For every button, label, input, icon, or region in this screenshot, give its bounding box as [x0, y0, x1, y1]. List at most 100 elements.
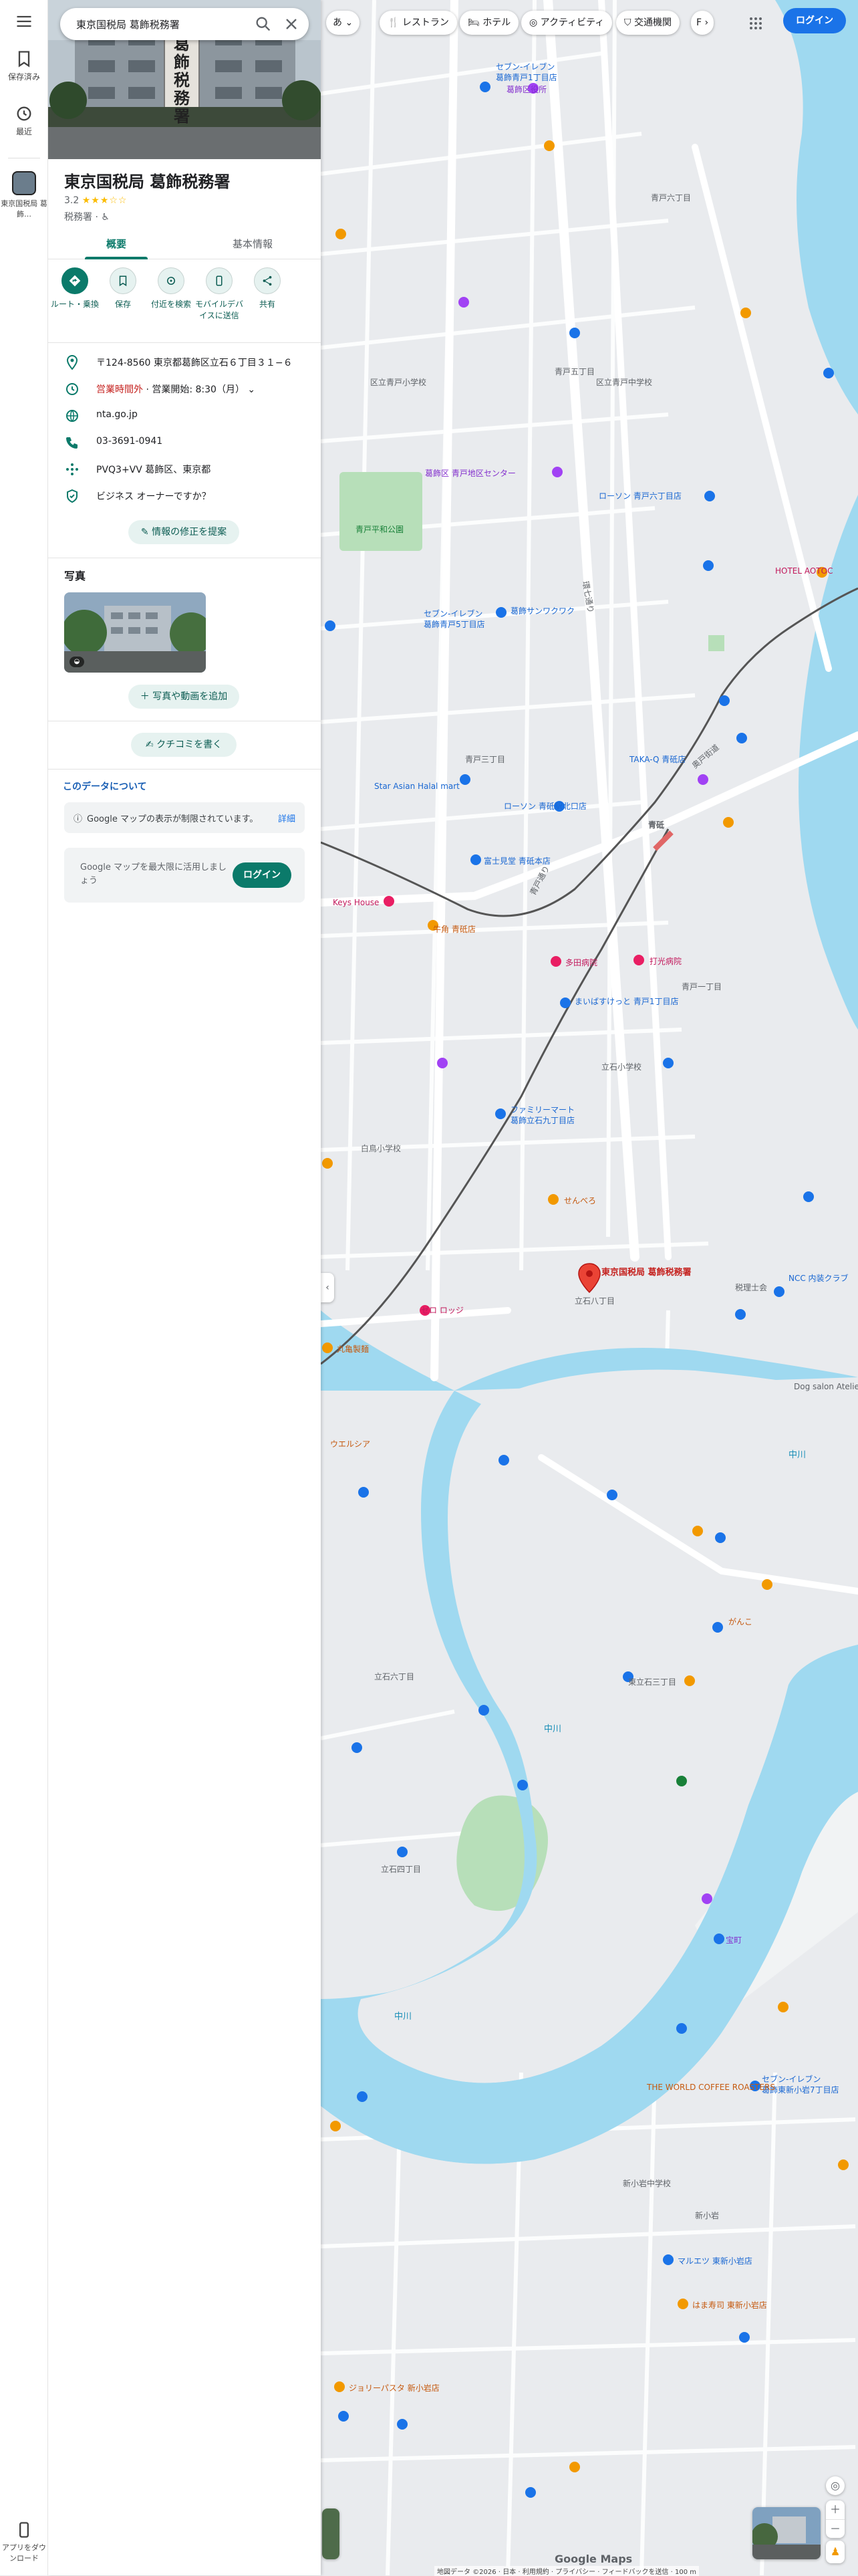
station-aoto: 青砥 — [648, 820, 664, 830]
tab-bar: 概要 基本情報 — [48, 227, 321, 259]
search-box[interactable] — [60, 8, 309, 40]
poi-senbero: せんべろ — [564, 1196, 596, 1205]
poi-wb: ウエルシア — [330, 1439, 370, 1449]
place-category[interactable]: 税務署 · ♿ — [64, 210, 110, 223]
my-location-button[interactable]: ◎ — [826, 2476, 845, 2495]
category-chips: あ ⌄ 🍴 レストラン 🛏 ホテル ◎ アクティビティ ⛉ 交通機関 F › — [321, 7, 858, 41]
language-chip[interactable]: あ ⌄ — [326, 11, 360, 35]
transit-icon: ⛉ — [624, 17, 631, 28]
share-icon — [254, 267, 281, 294]
send-to-phone-button[interactable]: モバイルデバイスに送信 — [195, 267, 243, 321]
chip-more[interactable]: F › — [691, 11, 714, 35]
directions-label: ルート・乗換 — [51, 300, 100, 309]
login-button[interactable]: ログイン — [783, 8, 846, 33]
terms-link[interactable]: 利用規約 — [523, 2569, 549, 2576]
chip-activity-label: アクティビティ — [540, 17, 605, 28]
add-photo-label: 写真や動画を追加 — [152, 691, 228, 702]
apps-grid-icon[interactable] — [748, 16, 763, 31]
signup-login-button[interactable]: ログイン — [233, 862, 291, 888]
hours-row[interactable]: 営業時間外 · 営業開始: 8:30（月） ⌄ — [48, 376, 321, 402]
poi-hama: はま寿司 東新小岩店 — [692, 2300, 767, 2310]
saved-button[interactable]: 保存済み — [0, 49, 48, 82]
recent-place-button[interactable]: 東京国税局 葛飾… — [0, 171, 48, 219]
search-icon[interactable] — [254, 15, 273, 33]
place-title: 東京国税局 葛飾税務署 — [64, 172, 231, 191]
area-tateishi8: 立石八丁目 — [575, 1296, 615, 1306]
chip-transit[interactable]: ⛉ 交通機関 — [616, 11, 680, 35]
bookmark-icon — [18, 51, 30, 68]
poi-gyukaku: 牛角 青砥店 — [433, 924, 476, 934]
suggest-edit-button[interactable]: ✎ 情報の修正を提案 — [128, 520, 239, 544]
pegman-button[interactable]: ♟ — [826, 2541, 845, 2563]
poi-aoto-chiku: 葛飾区 青戸地区センター — [425, 469, 516, 478]
nearby-icon — [158, 267, 184, 294]
photos-title: 写真 — [64, 570, 86, 582]
poi-jolly: ジョリーパスタ 新小岩店 — [349, 2383, 440, 2393]
privacy-link[interactable]: プライバシー — [555, 2569, 595, 2576]
share-label: 共有 — [259, 300, 275, 309]
divider — [48, 342, 321, 343]
close-icon[interactable] — [282, 15, 301, 33]
area-aoto5: 青戸五丁目 — [555, 367, 595, 376]
save-button[interactable]: 保存 — [99, 267, 147, 310]
chip-restaurant[interactable]: 🍴 レストラン — [380, 11, 457, 35]
poi-dogsalon: Dog salon Atelier — [794, 1382, 858, 1391]
zoom-out-button[interactable]: － — [826, 2519, 845, 2538]
photo-thumbnail[interactable]: ◒ — [64, 592, 206, 673]
recent-button[interactable]: 最近 — [0, 104, 48, 137]
chip-hotel[interactable]: 🛏 ホテル — [460, 11, 519, 35]
download-app-button[interactable]: アプリをダウンロード — [0, 2521, 48, 2563]
search-input[interactable] — [75, 15, 235, 33]
chip-activity[interactable]: ◎ アクティビティ — [521, 11, 613, 35]
river-label-3: 中川 — [789, 1450, 806, 1460]
poi-takara: 宝町 — [726, 1936, 742, 1945]
target-pin-label: 東京国税局 葛飾税務署 — [601, 1267, 692, 1278]
address-row[interactable]: 〒124-8560 東京都葛飾区立石６丁目３１−６ — [48, 349, 321, 376]
nearby-button[interactable]: 付近を検索 — [147, 267, 195, 310]
scale-label[interactable]: 100 m — [675, 2569, 696, 2576]
rating-row[interactable]: 3.2 ★★★☆☆ — [64, 195, 127, 206]
poi-fujiya: 富士見堂 青砥本店 — [484, 856, 551, 866]
tab-about[interactable]: 基本情報 — [184, 237, 321, 251]
globe-icon — [66, 410, 78, 422]
area-aoto3: 青戸三丁目 — [465, 755, 505, 764]
poi-sougou: 新小岩中学校 — [623, 2178, 671, 2188]
area-shirahata: 白鳥小学校 — [361, 1143, 401, 1153]
details-link[interactable]: 詳細 — [278, 812, 295, 824]
plus-code-text: PVQ3+VV 葛飾区、東京都 — [96, 465, 211, 475]
tab-overview[interactable]: 概要 — [48, 237, 184, 251]
map-footer: 地図データ ©2026 · 日本 · 利用規約 · プライバシー · フィードバ… — [434, 2566, 700, 2576]
place-thumbnail — [12, 171, 36, 195]
poi-katsushika-hall: 葛飾区役所 — [507, 84, 547, 94]
hotel-icon: 🛏 — [468, 17, 480, 28]
about-data-link[interactable]: このデータについて — [63, 780, 147, 793]
region-link[interactable]: 日本 — [503, 2569, 516, 2576]
directions-button[interactable]: ルート・乗換 — [51, 267, 99, 310]
map-canvas[interactable]: 東京国税局 葛飾税務署 セブン-イレブン 葛飾青戸1丁目店 葛飾区役所 区立青戸… — [321, 0, 858, 2575]
feedback-link[interactable]: フィードバックを送信 — [602, 2569, 669, 2576]
chip-transit-label: 交通機関 — [633, 17, 672, 28]
layers-thumbnail[interactable] — [322, 2508, 339, 2559]
hours-status: 営業時間外 — [96, 384, 143, 395]
poi-uchida: 打光病院 — [650, 956, 682, 966]
share-button[interactable]: 共有 — [243, 267, 291, 310]
clock-icon — [66, 383, 78, 395]
area-shinkoiwa: 新小岩 — [695, 2210, 719, 2220]
zoom-in-button[interactable]: ＋ — [826, 2500, 845, 2519]
street-view-thumbnail[interactable] — [752, 2507, 821, 2559]
poi-sunwork: 葛飾サンワクワク — [511, 606, 575, 616]
collapse-panel-button[interactable]: ‹ — [321, 1273, 334, 1302]
poi-ncc: NCC 内装クラブ — [789, 1273, 849, 1283]
write-review-button[interactable]: ✍ クチコミを書く — [131, 733, 237, 757]
add-photo-button[interactable]: ＋ 写真や動画を追加 — [128, 685, 239, 709]
chevron-down-icon[interactable]: ⌄ — [247, 384, 255, 395]
plus-code-row[interactable]: PVQ3+VV 葛飾区、東京都 — [48, 456, 321, 483]
menu-button[interactable] — [0, 12, 48, 33]
owner-row[interactable]: ビジネス オーナーですか？ — [48, 483, 321, 509]
poi-marue: マルエツ 東新小岩店 — [678, 2256, 752, 2266]
pencil-icon: ✎ — [140, 527, 149, 538]
phone-icon — [19, 2522, 29, 2538]
phone-row[interactable]: 03-3691-0941 — [48, 429, 321, 456]
aoto-park — [339, 472, 422, 551]
website-row[interactable]: nta.go.jp — [48, 402, 321, 429]
